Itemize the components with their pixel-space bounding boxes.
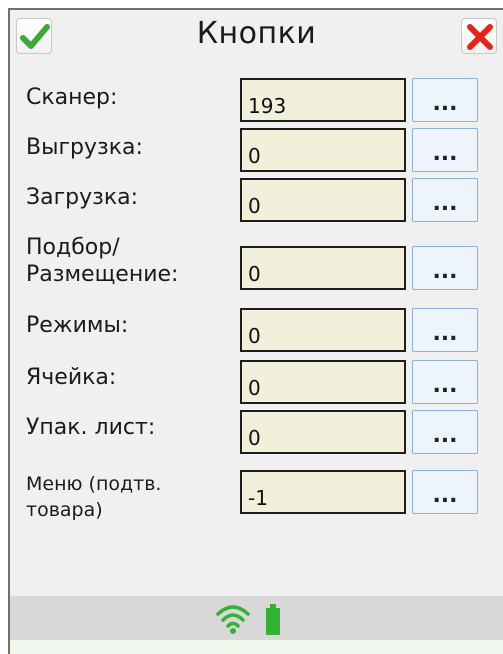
unloading-field[interactable] xyxy=(240,128,406,172)
label-packing-list: Упак. лист: xyxy=(26,415,156,440)
close-x-icon xyxy=(467,24,493,50)
label-unloading: Выгрузка: xyxy=(26,135,143,160)
modes-browse-button[interactable]: ... xyxy=(412,308,478,352)
picking-field[interactable] xyxy=(240,246,406,290)
cell-field[interactable] xyxy=(240,360,406,404)
label-picking-line2: Размещение: xyxy=(26,262,179,287)
packing-list-browse-button[interactable]: ... xyxy=(412,410,478,454)
status-icons xyxy=(216,602,296,640)
bottom-strip xyxy=(10,640,503,654)
title-bar: Кнопки xyxy=(10,10,503,68)
loading-browse-button[interactable]: ... xyxy=(412,178,478,222)
unloading-browse-button[interactable]: ... xyxy=(412,128,478,172)
loading-field[interactable] xyxy=(240,178,406,222)
cell-browse-button[interactable]: ... xyxy=(412,360,478,404)
label-loading: Загрузка: xyxy=(26,185,139,210)
label-menu-line1: Меню (подтв. xyxy=(26,473,162,495)
scanner-browse-button[interactable]: ... xyxy=(412,78,478,122)
app-screen: Кнопки Сканер: ... Выгрузка: ... Загрузк… xyxy=(8,8,503,654)
label-cell: Ячейка: xyxy=(26,365,117,390)
wifi-icon xyxy=(216,605,250,634)
close-button[interactable] xyxy=(461,18,497,54)
label-modes: Режимы: xyxy=(26,313,129,338)
label-menu-line2: товара) xyxy=(26,499,103,521)
menu-browse-button[interactable]: ... xyxy=(412,470,478,514)
packing-list-field[interactable] xyxy=(240,410,406,454)
label-picking-line1: Подбор/ xyxy=(26,235,120,260)
battery-icon xyxy=(266,604,280,635)
scanner-field[interactable] xyxy=(240,78,406,122)
label-scanner: Сканер: xyxy=(26,85,118,110)
menu-field[interactable] xyxy=(240,470,406,514)
window-title: Кнопки xyxy=(196,16,317,51)
modes-field[interactable] xyxy=(240,308,406,352)
picking-browse-button[interactable]: ... xyxy=(412,246,478,290)
status-bar xyxy=(10,596,503,640)
